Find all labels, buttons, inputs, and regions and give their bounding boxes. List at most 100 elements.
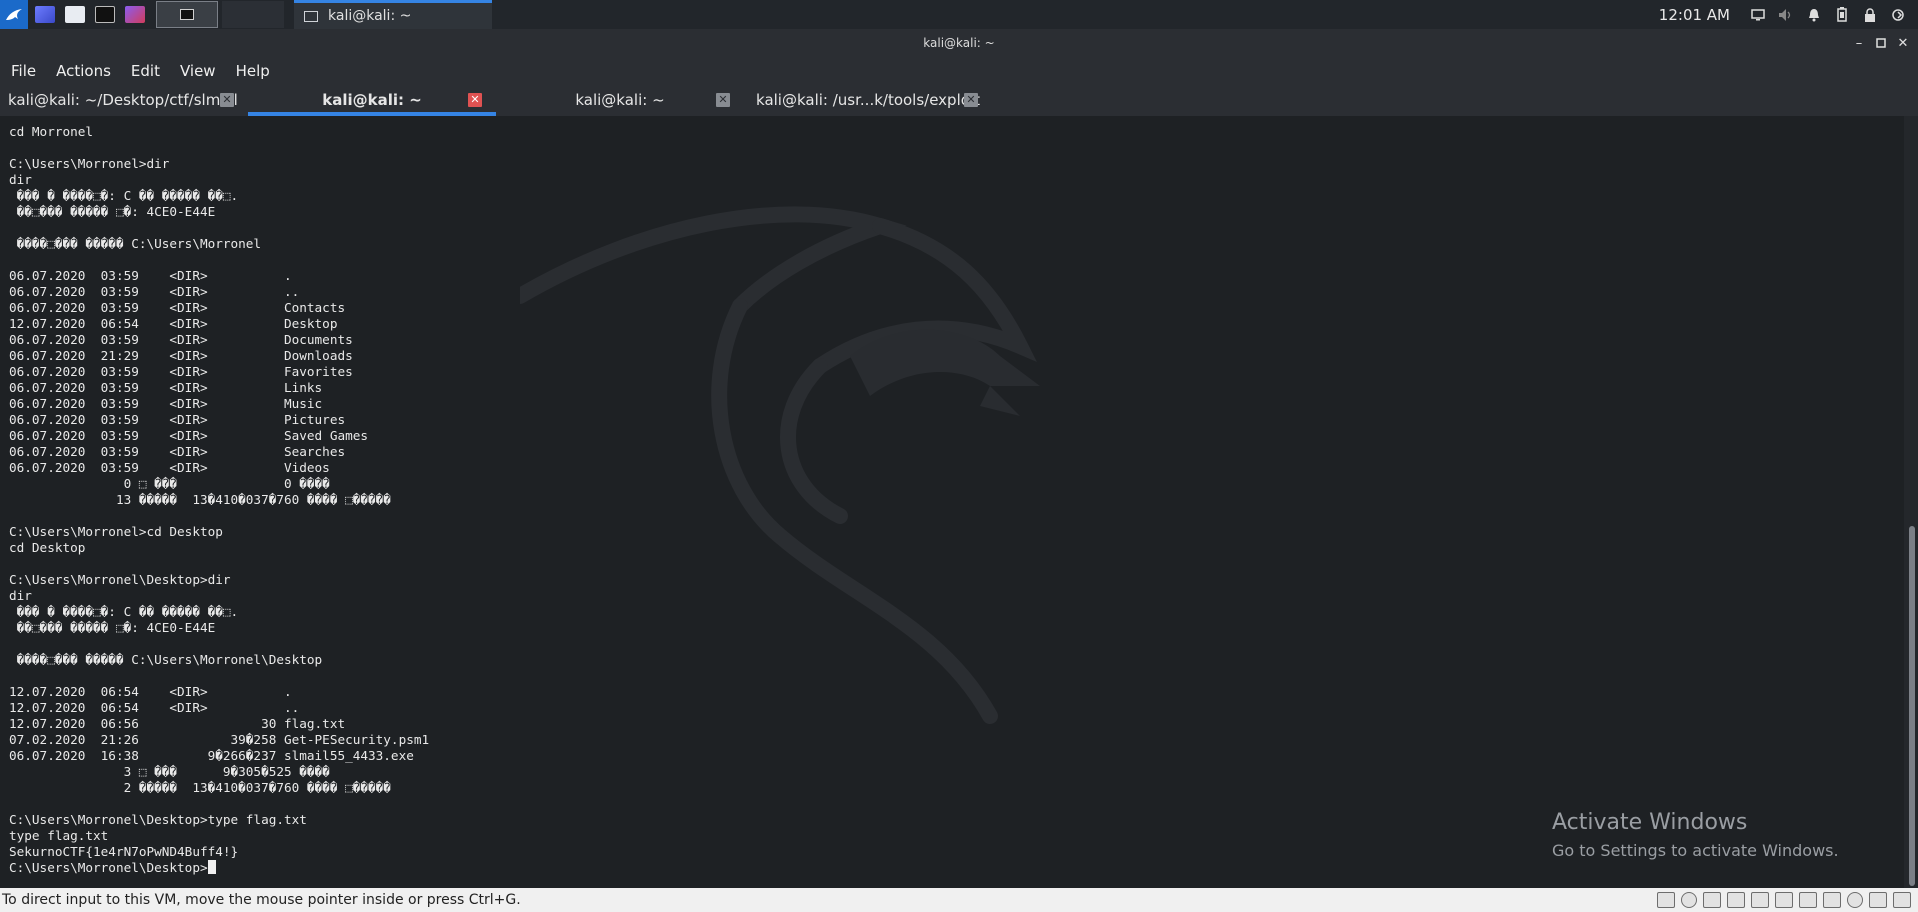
tab-close-icon[interactable]: ✕	[964, 93, 978, 107]
minimize-button[interactable]: –	[1848, 33, 1870, 53]
shared-folders-icon[interactable]	[1799, 892, 1817, 908]
tab-bar: kali@kali: ~/Desktop/ctf/slmail ✕ kali@k…	[0, 84, 1918, 116]
terminal-line: 06.07.2020 03:59 <DIR> Documents	[9, 332, 353, 347]
terminal-line: 13 ����� 13�410�037�760 ���� ⬚�����	[9, 492, 391, 507]
menu-edit[interactable]: Edit	[131, 62, 160, 80]
host-key-icon[interactable]	[1893, 892, 1911, 908]
vm-status-bar: To direct input to this VM, move the mou…	[0, 888, 1918, 912]
menu-help[interactable]: Help	[236, 62, 270, 80]
terminal-cursor	[207, 860, 216, 874]
terminal-line: 12.07.2020 06:56 30 flag.txt	[9, 716, 346, 731]
window-title-bar[interactable]: kali@kali: ~ – ✕	[0, 29, 1918, 57]
kali-menu-button[interactable]	[0, 0, 28, 29]
network-icon[interactable]	[1703, 892, 1721, 908]
terminal-line: cd Morronel	[9, 124, 94, 139]
logout-icon[interactable]	[1888, 5, 1908, 25]
screen-icon[interactable]	[1823, 892, 1841, 908]
terminal-launcher-button[interactable]	[92, 4, 118, 26]
show-desktop-button[interactable]	[32, 4, 58, 26]
workspace-2[interactable]	[222, 1, 284, 28]
hard-disk-icon[interactable]	[1657, 892, 1675, 908]
terminal-line: 06.07.2020 03:59 <DIR> ..	[9, 284, 300, 299]
display-icon[interactable]	[1727, 892, 1745, 908]
terminal-line: SekurnoCTF{1e4rN7oPwND4Buff4!}	[9, 844, 239, 859]
optical-drive-icon[interactable]	[1681, 892, 1697, 908]
menu-view[interactable]: View	[180, 62, 216, 80]
menu-file[interactable]: File	[11, 62, 36, 80]
menu-actions[interactable]: Actions	[56, 62, 111, 80]
close-window-button[interactable]: ✕	[1892, 33, 1914, 53]
volume-icon[interactable]	[1776, 5, 1796, 25]
activate-windows-watermark: Activate Windows Go to Settings to activ…	[1552, 810, 1839, 860]
tab-exploit[interactable]: kali@kali: /usr...k/tools/exploit ✕	[744, 84, 992, 116]
tab-slmail[interactable]: kali@kali: ~/Desktop/ctf/slmail ✕	[0, 84, 248, 116]
terminal-prompt: C:\Users\Morronel\Desktop>	[9, 860, 208, 875]
terminal-line: 06.07.2020 21:29 <DIR> Downloads	[9, 348, 353, 363]
tab-home-active[interactable]: kali@kali: ~ ✕	[248, 84, 496, 116]
terminal-line: ��� � ����⬚�: C �� ����� ��⬚.	[9, 188, 239, 203]
maximize-button[interactable]	[1870, 33, 1892, 53]
terminal-line: C:\Users\Morronel\Desktop>type flag.txt	[9, 812, 307, 827]
tab-close-icon[interactable]: ✕	[716, 93, 730, 107]
tab-close-icon[interactable]: ✕	[220, 93, 234, 107]
file-manager-button[interactable]	[62, 4, 88, 26]
terminal-line: C:\Users\Morronel>cd Desktop	[9, 524, 223, 539]
usb-icon[interactable]	[1775, 892, 1793, 908]
terminal-line: ��⬚��� ����� ⬚�: 4CE0-E44E	[9, 204, 216, 219]
battery-icon[interactable]	[1832, 5, 1852, 25]
close-icon: ✕	[1897, 35, 1909, 51]
audio-icon[interactable]	[1751, 892, 1769, 908]
terminal-output: cd Morronel C:\Users\Morronel>dir dir ���…	[9, 124, 429, 876]
terminal-line: C:\Users\Morronel\Desktop>dir	[9, 572, 231, 587]
clock[interactable]: 12:01 AM	[1659, 6, 1730, 24]
terminal-line: type flag.txt	[9, 828, 109, 843]
terminal-line: ����⬚��� ����� C:\Users\Morronel	[9, 236, 262, 251]
tab-home[interactable]: kali@kali: ~ ✕	[496, 84, 744, 116]
terminal-line: 06.07.2020 16:38 9�266�237 slmail55_4433…	[9, 748, 414, 763]
terminal-line: 06.07.2020 03:59 <DIR> Searches	[9, 444, 346, 459]
top-panel: kali@kali: ~ 12:01 AM	[0, 0, 1918, 29]
terminal-line: 2 ����� 13�410�037�760 ���� ⬚�����	[9, 780, 391, 795]
terminal-prompt-line[interactable]: C:\Users\Morronel\Desktop>	[9, 860, 429, 876]
terminal-line: 12.07.2020 06:54 <DIR> Desktop	[9, 316, 338, 331]
tab-label: kali@kali: /usr...k/tools/exploit	[756, 91, 980, 109]
scrollbar-thumb[interactable]	[1909, 526, 1915, 886]
tab-label: kali@kali: ~	[575, 91, 665, 109]
notification-bell-icon[interactable]	[1804, 5, 1824, 25]
app-launcher-button[interactable]	[122, 4, 148, 26]
terminal-line: 12.07.2020 06:54 <DIR> ..	[9, 700, 300, 715]
terminal-line: 06.07.2020 03:59 <DIR> Contacts	[9, 300, 346, 315]
scrollbar[interactable]	[1904, 116, 1918, 888]
taskbar-window-button[interactable]: kali@kali: ~	[294, 0, 492, 29]
lock-screen-icon[interactable]	[1860, 5, 1880, 25]
kali-dragon-icon	[6, 8, 22, 20]
mouse-integration-icon[interactable]	[1869, 892, 1887, 908]
terminal-line: dir	[9, 588, 32, 603]
terminal-line: C:\Users\Morronel>dir	[9, 156, 170, 171]
app-icon	[125, 6, 145, 23]
workspace-1[interactable]	[156, 1, 218, 28]
recording-icon[interactable]	[1847, 892, 1863, 908]
terminal-view[interactable]: cd Morronel C:\Users\Morronel>dir dir ���…	[0, 116, 1918, 888]
taskbar-window-label: kali@kali: ~	[328, 8, 412, 24]
terminal-line: cd Desktop	[9, 540, 86, 555]
terminal-line: ��⬚��� ����� ⬚�: 4CE0-E44E	[9, 620, 216, 635]
terminal-line: ����⬚��� ����� C:\Users\Morronel\Desktop	[9, 652, 323, 667]
terminal-line: 12.07.2020 06:54 <DIR> .	[9, 684, 292, 699]
terminal-line: 07.02.2020 21:26 39�258 Get-PESecurity.p…	[9, 732, 430, 747]
activate-title: Activate Windows	[1552, 810, 1748, 835]
tab-label: kali@kali: ~/Desktop/ctf/slmail	[8, 91, 238, 109]
terminal-line: 0 ⬚ ��� 0 ����	[9, 476, 330, 491]
terminal-thumbnail-icon	[180, 9, 194, 20]
terminal-line: 3 ⬚ ��� 9�305�525 ����	[9, 764, 330, 779]
window-title: kali@kali: ~	[923, 36, 995, 50]
display-icon[interactable]	[1748, 5, 1768, 25]
terminal-line: 06.07.2020 03:59 <DIR> .	[9, 268, 292, 283]
tab-close-icon[interactable]: ✕	[468, 93, 482, 107]
